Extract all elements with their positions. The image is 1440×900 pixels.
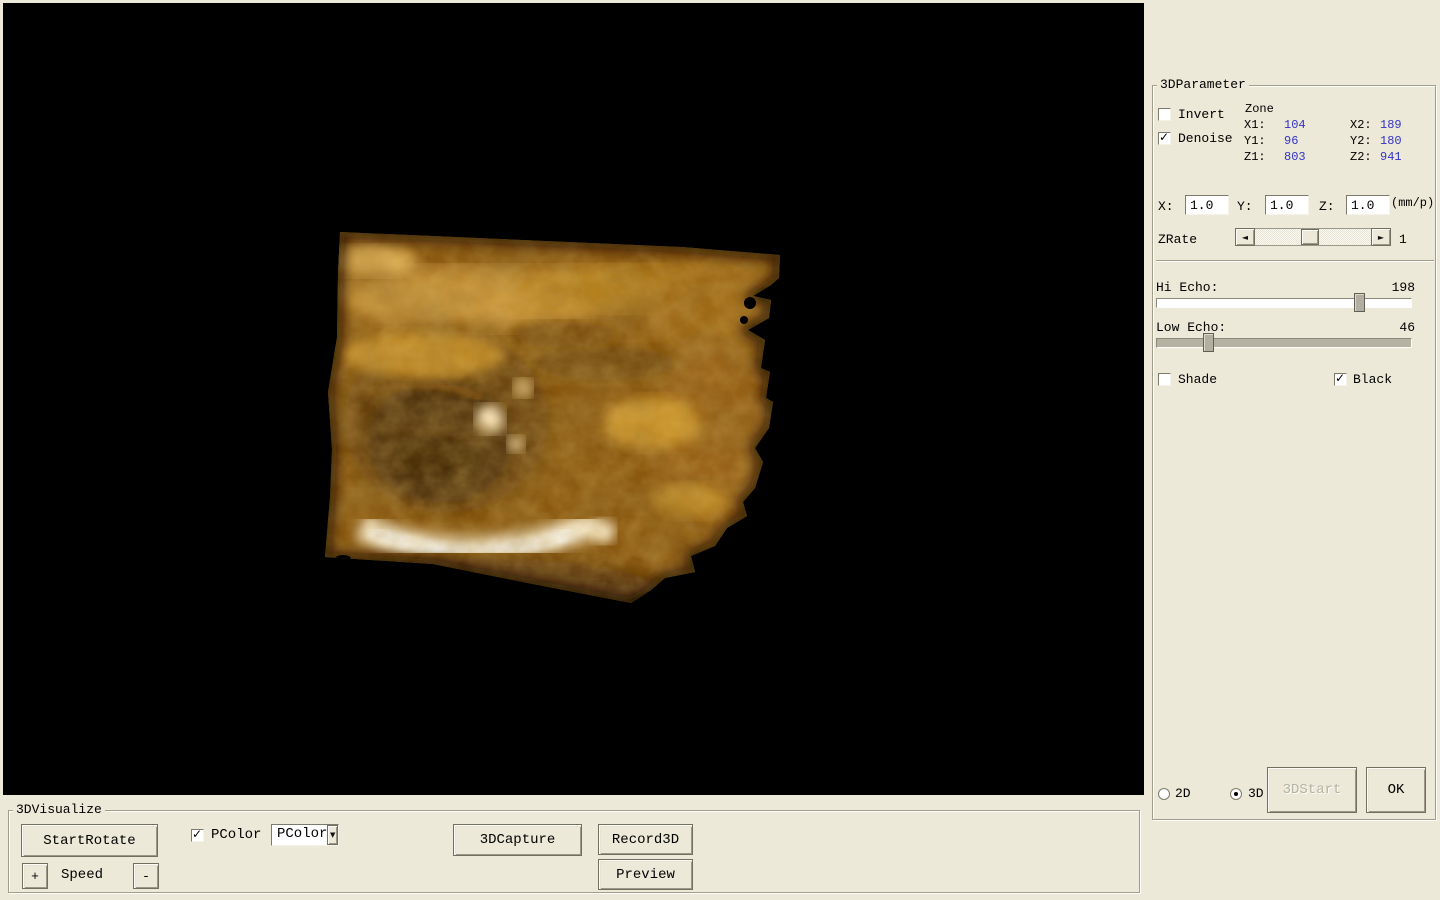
x-scale-label: X: [1158, 199, 1174, 214]
invert-label: Invert [1178, 107, 1225, 122]
visualize-groupbox: 3DVisualize StartRotate + Speed - ✓ PCol… [8, 810, 1140, 893]
mode-2d-radio[interactable] [1158, 788, 1170, 800]
zone-y2-label: Y2: [1350, 134, 1372, 149]
y-scale-input[interactable] [1265, 195, 1309, 215]
speed-plus-button[interactable]: + [22, 863, 48, 889]
ultrasound-volume-render[interactable] [3, 3, 1144, 795]
zone-z1-label: Z1: [1244, 150, 1266, 165]
preview-button[interactable]: Preview [598, 859, 693, 890]
mode-3d-radio[interactable] [1230, 788, 1242, 800]
black-label: Black [1353, 372, 1392, 387]
z-scale-label: Z: [1319, 199, 1335, 214]
start-rotate-button[interactable]: StartRotate [21, 824, 158, 857]
mode-2d-label: 2D [1175, 786, 1191, 801]
record-3d-button[interactable]: Record3D [598, 824, 693, 855]
render-viewport[interactable] [3, 3, 1144, 795]
check-icon: ✓ [1335, 371, 1345, 385]
zone-z2-label: Z2: [1350, 150, 1372, 165]
invert-checkbox[interactable]: ✓ [1158, 108, 1171, 121]
capture-3d-button[interactable]: 3DCapture [453, 824, 582, 856]
hi-echo-slider-thumb[interactable] [1354, 293, 1365, 312]
denoise-checkbox[interactable]: ✓ [1158, 132, 1171, 145]
zrate-scrollbar-track[interactable] [1255, 228, 1371, 246]
pcolor-combobox[interactable]: PColor ▼ [271, 824, 339, 846]
zone-y1-value: 96 [1284, 134, 1298, 149]
zrate-value: 1 [1399, 232, 1407, 247]
pcolor-label: PColor [211, 828, 261, 843]
zone-x1-label: X1: [1244, 118, 1266, 133]
param-groupbox: 3DParameter ✓ Invert ✓ Denoise Zone X1: … [1152, 85, 1436, 820]
check-icon: ✓ [192, 827, 202, 841]
start3d-button[interactable]: 3DStart [1267, 767, 1357, 813]
zrate-scrollbar[interactable]: ◄ ► [1235, 228, 1391, 246]
scroll-right-icon[interactable]: ► [1371, 228, 1391, 246]
mode-3d-label: 3D [1248, 786, 1264, 801]
scale-unit-label: (mm/p) [1391, 196, 1434, 211]
low-echo-label: Low Echo: [1156, 320, 1226, 335]
check-icon: ✓ [1159, 130, 1169, 144]
speed-label: Speed [61, 868, 103, 883]
pcolor-combobox-value: PColor [272, 825, 327, 845]
zone-x2-value: 189 [1380, 118, 1402, 133]
zone-title: Zone [1245, 102, 1274, 117]
hi-echo-label: Hi Echo: [1156, 280, 1218, 295]
speed-minus-button[interactable]: - [133, 863, 159, 889]
separator [1156, 260, 1434, 262]
zone-z2-value: 941 [1380, 150, 1402, 165]
app-window: { "colors": { "panel_bg": "#ece9d8", "vi… [0, 0, 1440, 900]
zrate-label: ZRate [1158, 232, 1197, 247]
y-scale-label: Y: [1237, 199, 1253, 214]
zone-y2-value: 180 [1380, 134, 1402, 149]
scroll-left-icon[interactable]: ◄ [1235, 228, 1255, 246]
pcolor-checkbox[interactable]: ✓ [191, 829, 204, 842]
low-echo-slider-thumb[interactable] [1203, 333, 1214, 352]
denoise-label: Denoise [1178, 131, 1233, 146]
black-checkbox[interactable]: ✓ [1334, 373, 1347, 386]
z-scale-input[interactable] [1346, 195, 1390, 215]
x-scale-input[interactable] [1185, 195, 1229, 215]
zone-x2-label: X2: [1350, 118, 1372, 133]
zone-x1-value: 104 [1284, 118, 1306, 133]
hi-echo-slider-track[interactable] [1156, 298, 1412, 308]
ok-button[interactable]: OK [1366, 767, 1426, 813]
shade-checkbox[interactable]: ✓ [1158, 373, 1171, 386]
chevron-down-icon[interactable]: ▼ [327, 825, 338, 845]
zone-z1-value: 803 [1284, 150, 1306, 165]
hi-echo-value: 198 [1377, 280, 1415, 295]
param-group-title: 3DParameter [1157, 77, 1249, 93]
low-echo-value: 46 [1377, 320, 1415, 335]
zrate-scrollbar-thumb[interactable] [1301, 229, 1319, 245]
shade-label: Shade [1178, 372, 1217, 387]
visualize-group-title: 3DVisualize [13, 802, 105, 818]
low-echo-slider-track[interactable] [1156, 338, 1412, 348]
zone-y1-label: Y1: [1244, 134, 1266, 149]
